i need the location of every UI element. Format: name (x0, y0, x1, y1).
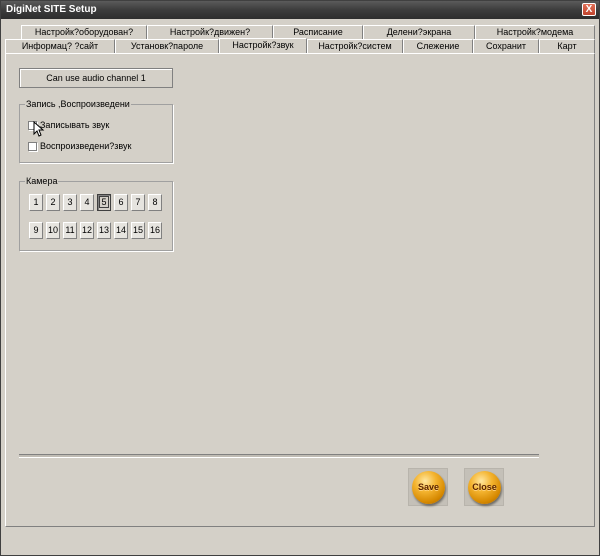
camera-button-8[interactable]: 8 (148, 194, 162, 211)
camera-button-12[interactable]: 12 (80, 222, 94, 239)
camera-button-9[interactable]: 9 (29, 222, 43, 239)
camera-button-10[interactable]: 10 (46, 222, 60, 239)
camera-button-5-selected[interactable]: 5 (97, 194, 111, 211)
window-title: DigiNet SITE Setup (6, 4, 97, 15)
record-playback-title: Запись ,Воспроизведени (25, 98, 131, 110)
play-sound-checkbox[interactable] (28, 141, 37, 151)
camera-button-6[interactable]: 6 (114, 194, 128, 211)
tab-equipment[interactable]: Настройк?оборудован? (21, 25, 147, 39)
camera-button-2[interactable]: 2 (46, 194, 60, 211)
camera-button-15[interactable]: 15 (131, 222, 145, 239)
tab-map[interactable]: Карт (539, 39, 595, 53)
tab-schedule[interactable]: Расписание (273, 25, 363, 39)
close-button[interactable]: Close (468, 471, 501, 504)
camera-group-title: Камера (25, 175, 59, 187)
camera-button-3[interactable]: 3 (63, 194, 77, 211)
camera-button-5-label: 5 (99, 196, 109, 208)
save-button[interactable]: Save (412, 471, 445, 504)
close-button-frame: Close (464, 468, 504, 506)
tab-screen-split[interactable]: Делени?экрана (363, 25, 475, 39)
play-sound-label: Воспроизведени?звук (40, 141, 132, 151)
camera-button-4[interactable]: 4 (80, 194, 94, 211)
title-bar: DigiNet SITE Setup X (1, 1, 599, 19)
tab-motion[interactable]: Настройк?движен? (147, 25, 273, 39)
camera-button-16[interactable]: 16 (148, 222, 162, 239)
tab-modem[interactable]: Настройк?модема (475, 25, 595, 39)
camera-button-14[interactable]: 14 (114, 222, 128, 239)
tab-save[interactable]: Сохранит (473, 39, 539, 53)
setup-window: DigiNet SITE Setup X Настройк?оборудован… (0, 0, 600, 556)
record-sound-label: Записывать звук (40, 120, 110, 130)
tab-tracking[interactable]: Слежение (403, 39, 473, 53)
camera-button-11[interactable]: 11 (63, 222, 77, 239)
camera-button-13[interactable]: 13 (97, 222, 111, 239)
separator-bar (19, 454, 539, 458)
tab-system[interactable]: Настройк?систем (307, 39, 403, 53)
window-close-icon[interactable]: X (582, 3, 596, 16)
audio-status: Can use audio channel 1 (19, 68, 173, 88)
camera-button-1[interactable]: 1 (29, 194, 43, 211)
play-sound-option[interactable]: Воспроизведени?звук (28, 140, 131, 152)
camera-button-7[interactable]: 7 (131, 194, 145, 211)
mouse-pointer-icon (33, 121, 45, 137)
tab-passwords[interactable]: Установк?пароле (115, 39, 219, 53)
save-button-frame: Save (408, 468, 448, 506)
tab-site-info[interactable]: Информац? ?сайт (5, 39, 115, 53)
camera-group: Камера (19, 175, 173, 251)
tab-sound[interactable]: Настройк?звук (219, 38, 307, 53)
